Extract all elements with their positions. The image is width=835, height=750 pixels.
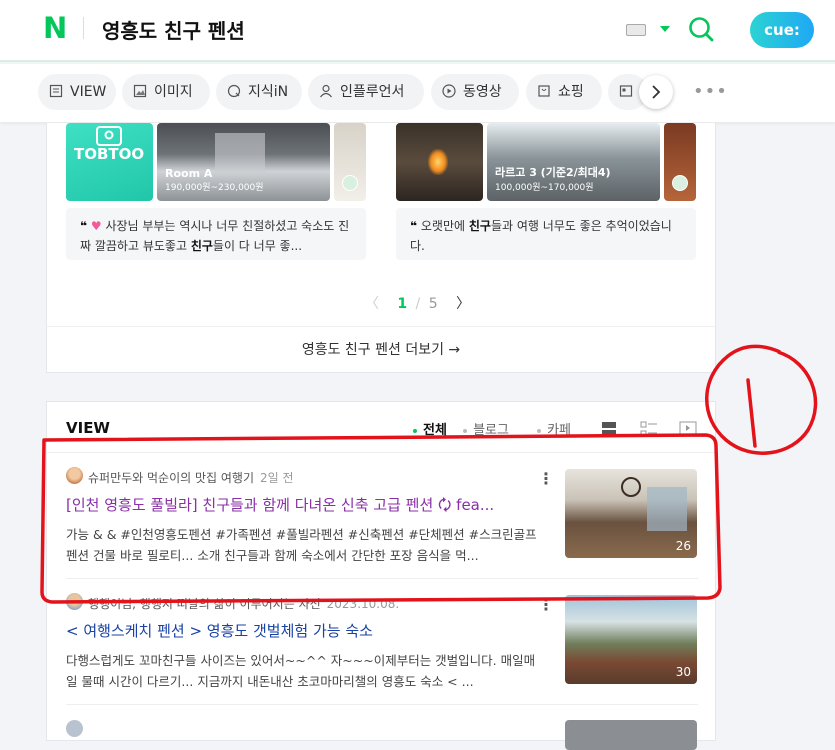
quote-icon: ❝: [80, 219, 88, 233]
tab-label: 동영상: [463, 84, 502, 100]
chevron-down-icon[interactable]: [660, 26, 670, 32]
video-view-icon[interactable]: [679, 421, 697, 435]
chevron-right-icon: [652, 85, 661, 99]
list-item[interactable]: 슈퍼만두와 먹순이의 맛집 여행기 2일 전 ⋮ [인천 영흥도 풀빌라] 친구들…: [66, 467, 698, 563]
tab-shopping[interactable]: 쇼핑: [526, 74, 602, 110]
divider: [83, 17, 84, 39]
search-icon[interactable]: [688, 16, 714, 42]
avatar: [672, 175, 688, 191]
more-results-link[interactable]: 영흥도 친구 펜션 더보기 →: [46, 326, 716, 372]
photo-count: 30: [675, 665, 691, 679]
image-icon: [133, 84, 147, 98]
tab-view[interactable]: VIEW: [38, 74, 116, 110]
divider: [47, 452, 717, 453]
pager-total: 5: [428, 296, 438, 312]
view-filters: 전체 블로그 카페: [413, 419, 595, 438]
post-thumbnail[interactable]: 30: [565, 595, 697, 684]
list-view-icon[interactable]: [601, 421, 617, 437]
news-icon: [619, 85, 633, 97]
tab-label: 인플루언서: [340, 84, 405, 100]
section-title: VIEW: [66, 419, 110, 437]
filter-cafe[interactable]: 카페: [537, 423, 583, 438]
room-photo-partial[interactable]: [334, 123, 366, 201]
review-text: 오랫만에: [420, 219, 469, 233]
quote-icon: ❝: [410, 219, 418, 233]
search-header: N 영흥도 친구 펜션 cue:: [0, 0, 835, 62]
more-icon[interactable]: •••: [693, 81, 728, 102]
heart-icon: ♥: [90, 219, 102, 233]
pager-current: 1: [397, 296, 408, 312]
room-photo-partial[interactable]: [664, 123, 696, 201]
room-price: 190,000원~230,000원: [165, 183, 264, 193]
cue-button[interactable]: cue:: [750, 12, 814, 48]
post-description: 가능 & & #인천영흥도펜션 #가족펜션 #풀빌라펜션 #신축펜션 #단체펜션…: [66, 527, 537, 563]
post-author[interactable]: 슈퍼만두와 먹순이의 맛집 여행기 2일 전: [66, 469, 294, 486]
post-title-link[interactable]: [인천 영흥도 풀빌라] 친구들과 함께 다녀온 신축 고급 펜션 🗘 fea.…: [66, 494, 542, 520]
tab-label: 쇼핑: [558, 84, 584, 100]
compact-view-icon[interactable]: [640, 420, 658, 438]
review-highlight: 친구: [190, 239, 213, 253]
tabs-next-button[interactable]: [639, 75, 673, 109]
review-text: 들이 다 너무 좋...: [212, 239, 303, 253]
review-highlight: 친구: [468, 219, 491, 233]
play-icon: [442, 84, 456, 98]
next-icon[interactable]: 〉: [456, 296, 470, 312]
place-logo-thumb[interactable]: TOBTOO: [66, 123, 153, 201]
avatar: [342, 175, 358, 191]
prev-icon[interactable]: 〈: [365, 296, 379, 312]
post-date: 2023.10.08.: [326, 597, 400, 611]
carousel-pager: 〈 1 / 5 〉: [0, 293, 835, 313]
post-date: 2일 전: [260, 471, 294, 485]
review-snippet[interactable]: ❝ 오랫만에 친구들과 여행 너무도 좋은 추억이었습니다.: [396, 208, 696, 260]
post-title-link[interactable]: < 여행스케치 펜션 > 영흥도 갯벌체험 가능 숙소: [66, 620, 542, 641]
pension-photo[interactable]: 라르고 3 (기준2/최대4) 100,000원~170,000원: [487, 123, 660, 201]
photo-count: 26: [675, 539, 691, 553]
post-description: 다행스럽게도 꼬마친구들 사이즈는 있어서~~^^ 자~~~이제부터는 갯벌입니…: [66, 653, 536, 689]
review-snippet[interactable]: ❝ ♥ 사장님 부부는 역시나 너무 친절하셨고 숙소도 진짜 깔끔하고 뷰도좋…: [66, 208, 366, 260]
list-item[interactable]: 행행이님, 행행지 떠날의 삶이 이루어지는 자전 2023.10.08. ⋮ <…: [66, 593, 698, 689]
place-logo-text: TOBTOO: [74, 145, 145, 163]
tab-label: 지식iN: [248, 84, 289, 100]
avatar[interactable]: [66, 720, 83, 737]
bbq-photo[interactable]: [396, 123, 483, 201]
tab-influencer[interactable]: 인플루언서: [308, 74, 424, 110]
kebab-menu-icon[interactable]: ⋮: [538, 595, 554, 614]
person-icon: [320, 84, 332, 98]
room-name: 라르고 3 (기준2/최대4): [495, 166, 611, 179]
naver-logo[interactable]: N: [43, 13, 67, 43]
pager-separator: /: [415, 296, 421, 312]
bag-icon: [538, 85, 550, 97]
post-author[interactable]: 행행이님, 행행지 떠날의 삶이 이루어지는 자전 2023.10.08.: [66, 595, 399, 612]
q-icon: [227, 84, 241, 98]
room-photo[interactable]: Room A 190,000원~230,000원: [157, 123, 330, 201]
filter-blog[interactable]: 블로그: [463, 423, 521, 438]
location-icon: [96, 126, 122, 146]
filter-all[interactable]: 전체: [413, 423, 447, 438]
view-section: VIEW 전체 블로그 카페 슈퍼만두와 먹순이의 맛집 여행기 2일 전 ⋮ […: [46, 401, 717, 750]
tab-label: VIEW: [70, 84, 107, 100]
window-shape: [647, 487, 687, 531]
document-icon: [49, 84, 63, 98]
divider: [66, 578, 698, 579]
room-price: 100,000원~170,000원: [495, 183, 594, 193]
search-query[interactable]: 영흥도 친구 펜션: [102, 15, 245, 44]
fire-shape: [428, 149, 448, 175]
divider: [66, 704, 698, 705]
search-tabs: VIEW 이미지 지식iN 인플루언서 동영상 쇼핑 •••: [0, 64, 835, 122]
chandelier-shape: [621, 477, 641, 497]
post-thumbnail[interactable]: 26: [565, 469, 697, 558]
room-name: Room A: [165, 167, 213, 180]
keyboard-icon[interactable]: [626, 24, 646, 36]
tab-kin[interactable]: 지식iN: [216, 74, 302, 110]
tab-image[interactable]: 이미지: [122, 74, 210, 110]
tab-video[interactable]: 동영상: [431, 74, 519, 110]
kebab-menu-icon[interactable]: ⋮: [538, 469, 554, 488]
tab-label: 이미지: [154, 84, 193, 100]
